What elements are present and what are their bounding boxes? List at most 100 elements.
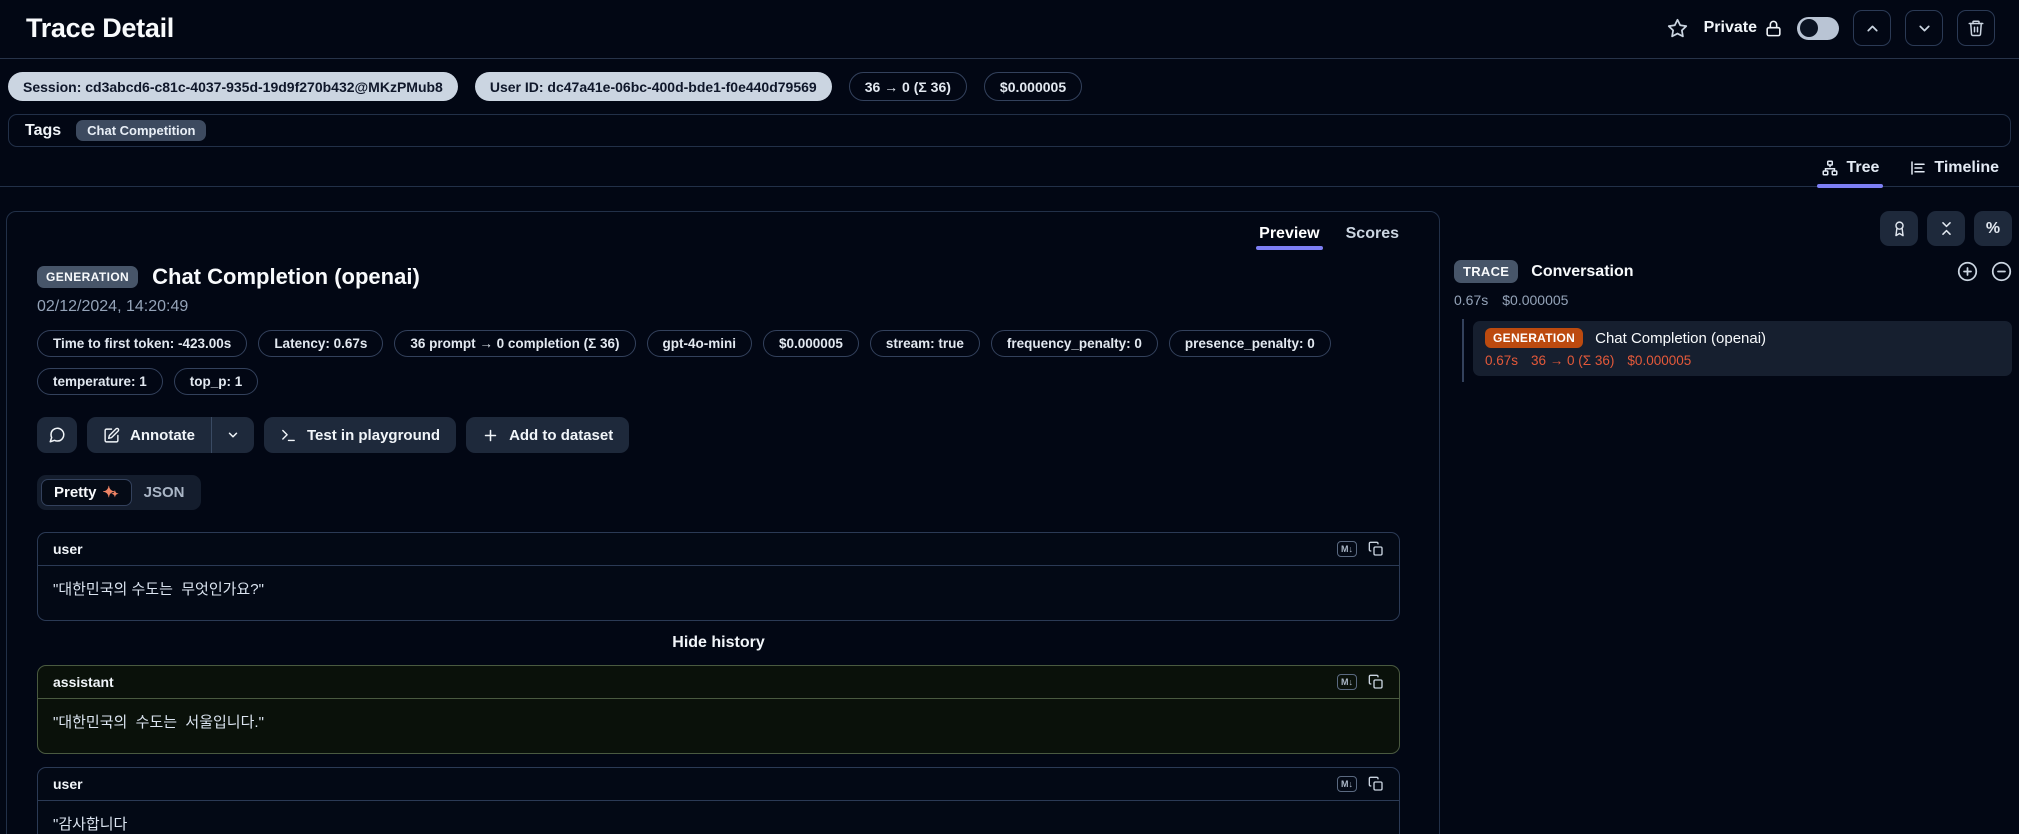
- observation-timestamp: 02/12/2024, 14:20:49: [37, 298, 189, 315]
- tree-guide-line: [1462, 319, 1464, 382]
- param-badge-stream: stream: true: [869, 330, 980, 357]
- message-user-1: user M↓ "대한민국의 수도는 무엇인가요?": [37, 532, 1400, 621]
- messages-list: user M↓ "대한민국의 수도는 무엇인가요?" Hide history …: [37, 532, 1400, 834]
- generation-type-badge: GENERATION: [1485, 328, 1584, 348]
- observation-title: Chat Completion (openai): [152, 264, 420, 289]
- param-badge-tokens: 36 prompt → 0 completion (Σ 36): [394, 330, 636, 357]
- page-header: Trace Detail Private: [0, 0, 2019, 59]
- bookmark-star-button[interactable]: [1665, 16, 1690, 41]
- trash-icon: [1967, 19, 1985, 37]
- cost-badge: $0.000005: [983, 72, 1083, 101]
- message-tools: M↓: [1337, 775, 1384, 792]
- format-json-segment[interactable]: JSON: [132, 480, 197, 505]
- format-pretty-segment[interactable]: Pretty ✦✦: [41, 479, 132, 506]
- param-badge-ttft: Time to first token: -423.00s: [37, 330, 248, 357]
- message-role: user: [53, 541, 83, 557]
- content-area: Preview Scores GENERATION Chat Completio…: [0, 187, 2019, 834]
- sparkles-icon: ✦✦: [102, 484, 119, 501]
- award-icon: [1891, 220, 1908, 237]
- next-trace-button[interactable]: [1905, 10, 1943, 46]
- trace-type-badge: TRACE: [1454, 260, 1519, 283]
- tab-preview[interactable]: Preview: [1256, 225, 1324, 250]
- chevron-down-icon: [1916, 20, 1933, 37]
- copy-button[interactable]: [1368, 674, 1384, 690]
- meta-badges-row: Session: cd3abcd6-c81c-4037-935d-19d9f27…: [0, 59, 2019, 101]
- terminal-icon: [280, 427, 297, 444]
- copy-icon: [1368, 674, 1384, 690]
- message-content: "감사합니다 ": [53, 815, 128, 833]
- param-badge-presence-penalty: presence_penalty: 0: [1168, 330, 1331, 357]
- show-metrics-percent-button[interactable]: %: [1974, 211, 2012, 246]
- view-tabs: Tree Timeline: [0, 147, 2019, 188]
- privacy-toggle[interactable]: [1797, 16, 1839, 40]
- user-id-badge[interactable]: User ID: dc47a41e-06bc-400d-bde1-f0e440d…: [474, 72, 832, 101]
- message-tools: M↓: [1337, 673, 1384, 690]
- expand-all-button[interactable]: [1957, 261, 1978, 282]
- param-badge-top-p: top_p: 1: [173, 368, 259, 395]
- observation-panel: Preview Scores GENERATION Chat Completio…: [6, 211, 1440, 834]
- copy-icon: [1368, 541, 1384, 557]
- trace-detail-page: Trace Detail Private Session: cd3abcd6-c…: [0, 0, 2019, 834]
- plus-icon: [482, 427, 499, 444]
- scores-award-button[interactable]: [1880, 211, 1918, 246]
- playground-label: Test in playground: [307, 426, 441, 444]
- json-label: JSON: [143, 484, 185, 501]
- prev-trace-button[interactable]: [1853, 10, 1891, 46]
- format-toggle: Pretty ✦✦ JSON: [37, 475, 201, 510]
- plus-circle-icon: [1957, 261, 1978, 282]
- edit-pencil-icon: [103, 427, 120, 444]
- generation-tree-item[interactable]: GENERATION Chat Completion (openai) 0.67…: [1473, 321, 2012, 376]
- annotate-label: Annotate: [130, 426, 195, 444]
- panel-tabs: Preview Scores: [37, 212, 1409, 250]
- annotate-button[interactable]: Annotate: [87, 417, 212, 453]
- tree-icon: [1821, 159, 1839, 177]
- param-badge-model: gpt-4o-mini: [646, 330, 753, 357]
- message-user-2: user M↓ "감사합니다 ": [37, 766, 1400, 834]
- trace-tree-sidebar: % TRACE Conversation 0.67s $0.000005 GEN…: [1454, 211, 2012, 382]
- message-role: user: [53, 775, 83, 792]
- chevron-up-icon: [1864, 20, 1881, 37]
- generation-tokens: 36 → 0 (Σ 36): [1531, 353, 1615, 368]
- markdown-toggle-icon[interactable]: M↓: [1337, 541, 1357, 557]
- test-in-playground-button[interactable]: Test in playground: [264, 417, 457, 453]
- hide-history-button[interactable]: Hide history: [37, 621, 1400, 665]
- copy-button[interactable]: [1368, 541, 1384, 557]
- tab-timeline-label: Timeline: [1934, 159, 1999, 176]
- generation-metrics: 0.67s 36 → 0 (Σ 36) $0.000005: [1485, 353, 2000, 368]
- markdown-toggle-icon[interactable]: M↓: [1337, 775, 1357, 792]
- trace-root-row[interactable]: TRACE Conversation: [1454, 260, 2012, 283]
- toggle-knob: [1800, 19, 1818, 37]
- tab-tree[interactable]: Tree: [1817, 159, 1884, 188]
- collapse-tree-button[interactable]: [1991, 261, 2012, 282]
- message-content: "대한민국의 수도는 무엇인가요?": [53, 581, 264, 598]
- tab-timeline[interactable]: Timeline: [1909, 159, 1999, 186]
- minus-circle-icon: [1991, 261, 2012, 282]
- tab-tree-label: Tree: [1846, 159, 1880, 176]
- trace-cost: $0.000005: [1502, 292, 1569, 308]
- param-badge-cost: $0.000005: [763, 330, 859, 357]
- privacy-label: Private: [1703, 19, 1757, 36]
- delete-trace-button[interactable]: [1957, 10, 1995, 46]
- trace-title: Conversation: [1531, 262, 1634, 280]
- collapse-vertical-icon: [1938, 220, 1955, 237]
- tag-chip[interactable]: Chat Competition: [76, 120, 207, 141]
- tab-scores[interactable]: Scores: [1346, 225, 1399, 250]
- message-header: user M↓: [38, 768, 1399, 801]
- copy-button[interactable]: [1368, 776, 1384, 792]
- star-icon: [1667, 18, 1688, 39]
- parameter-badges: Time to first token: -423.00s Latency: 0…: [37, 330, 1377, 395]
- session-badge[interactable]: Session: cd3abcd6-c81c-4037-935d-19d9f27…: [8, 72, 458, 101]
- add-to-dataset-button[interactable]: Add to dataset: [466, 417, 630, 453]
- comment-button[interactable]: [37, 417, 77, 453]
- param-badge-frequency-penalty: frequency_penalty: 0: [990, 330, 1158, 357]
- param-badge-latency: Latency: 0.67s: [258, 330, 384, 357]
- collapse-all-button[interactable]: [1927, 211, 1965, 246]
- observation-title-line: GENERATION Chat Completion (openai): [37, 264, 1409, 290]
- message-role: assistant: [53, 673, 114, 690]
- pretty-label: Pretty: [54, 484, 97, 501]
- copy-icon: [1368, 776, 1384, 792]
- annotate-dropdown-button[interactable]: [212, 417, 254, 453]
- comment-icon: [48, 426, 66, 444]
- markdown-toggle-icon[interactable]: M↓: [1337, 673, 1357, 690]
- message-content: "대한민국의 수도는 서울입니다.": [53, 713, 264, 731]
